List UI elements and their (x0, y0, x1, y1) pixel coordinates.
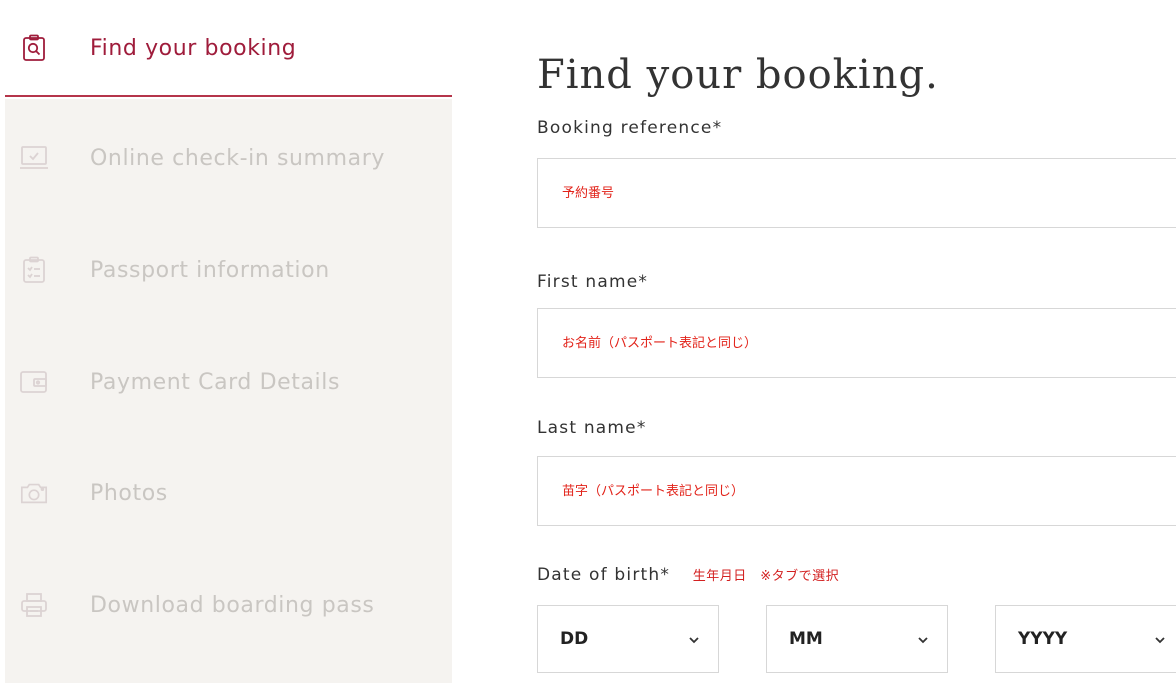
sidebar-nav: Find your booking Online check-in summar… (0, 0, 452, 683)
chevron-down-icon (918, 637, 928, 644)
last-name-label: Last name* (537, 418, 647, 438)
birth-year-select[interactable]: YYYY (995, 605, 1176, 673)
printer-icon (19, 590, 49, 620)
first-name-input[interactable] (538, 309, 1176, 377)
chevron-down-icon (689, 637, 699, 644)
page-title: Find your booking. (537, 52, 939, 98)
sidebar-item-passport-information[interactable]: Passport information (0, 240, 452, 300)
sidebar-item-label: Online check-in summary (90, 145, 385, 171)
sidebar-item-online-checkin-summary[interactable]: Online check-in summary (0, 128, 452, 188)
date-of-birth-label-row: Date of birth* 生年月日 ※タブで選択 (537, 565, 839, 585)
date-of-birth-label: Date of birth* (537, 565, 671, 585)
first-name-field (537, 308, 1176, 378)
booking-reference-field (537, 158, 1176, 228)
sidebar-item-label: Passport information (90, 257, 330, 283)
sidebar-item-label: Download boarding pass (90, 592, 375, 618)
laptop-check-icon (19, 143, 49, 173)
sidebar-item-download-boarding-pass[interactable]: Download boarding pass (0, 575, 452, 635)
sidebar-item-find-booking[interactable]: Find your booking (0, 18, 452, 78)
last-name-input[interactable] (538, 457, 1176, 525)
chevron-down-icon (1155, 637, 1165, 644)
birth-month-value: MM (789, 629, 823, 649)
sidebar-item-label: Photos (90, 480, 168, 506)
birth-month-select[interactable]: MM (766, 605, 948, 673)
birth-year-value: YYYY (1018, 629, 1068, 649)
sidebar-item-label: Payment Card Details (90, 369, 341, 395)
booking-reference-label: Booking reference* (537, 118, 723, 138)
find-booking-form: Find your booking. Booking reference* Fi… (537, 0, 1176, 683)
camera-icon (19, 478, 49, 508)
last-name-field (537, 456, 1176, 526)
sidebar-item-label: Find your booking (90, 35, 297, 61)
birth-day-value: DD (560, 629, 589, 649)
date-of-birth-hint: 生年月日 ※タブで選択 (692, 569, 840, 584)
sidebar-item-payment-card-details[interactable]: Payment Card Details (0, 352, 452, 412)
wallet-icon (19, 367, 49, 397)
sidebar-active-underline (5, 95, 452, 97)
booking-reference-input[interactable] (538, 159, 1176, 227)
clipboard-list-icon (19, 255, 49, 285)
first-name-label: First name* (537, 272, 649, 292)
sidebar-item-photos[interactable]: Photos (0, 463, 452, 523)
clipboard-search-icon (19, 33, 49, 63)
birth-day-select[interactable]: DD (537, 605, 719, 673)
